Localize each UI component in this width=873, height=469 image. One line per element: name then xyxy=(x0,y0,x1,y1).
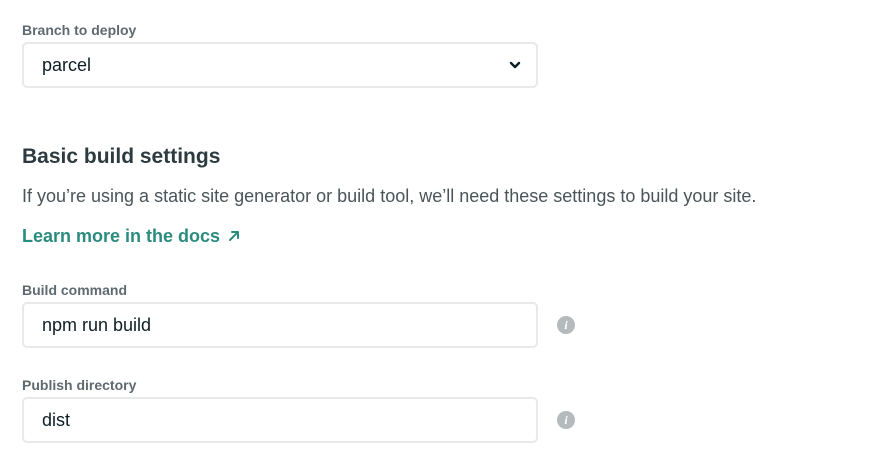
build-command-field[interactable] xyxy=(22,302,538,348)
publish-directory-label: Publish directory xyxy=(22,377,137,393)
build-command-label: Build command xyxy=(22,282,128,298)
info-icon[interactable]: i xyxy=(557,411,575,429)
docs-link-label: Learn more in the docs xyxy=(22,226,221,246)
chevron-down-icon xyxy=(509,61,521,69)
info-icon[interactable]: i xyxy=(557,316,575,334)
external-arrow-icon xyxy=(229,231,240,241)
branch-select[interactable]: parcel xyxy=(22,42,538,88)
publish-directory-input[interactable] xyxy=(42,399,502,441)
branch-select-value: parcel xyxy=(42,55,92,75)
learn-more-docs-link[interactable]: Learn more in the docs xyxy=(22,224,241,248)
branch-label: Branch to deploy xyxy=(22,22,137,38)
publish-directory-field[interactable] xyxy=(22,397,538,443)
section-title: Basic build settings xyxy=(22,145,221,168)
section-description: If you’re using a static site generator … xyxy=(22,186,757,206)
build-command-input[interactable] xyxy=(42,304,502,346)
